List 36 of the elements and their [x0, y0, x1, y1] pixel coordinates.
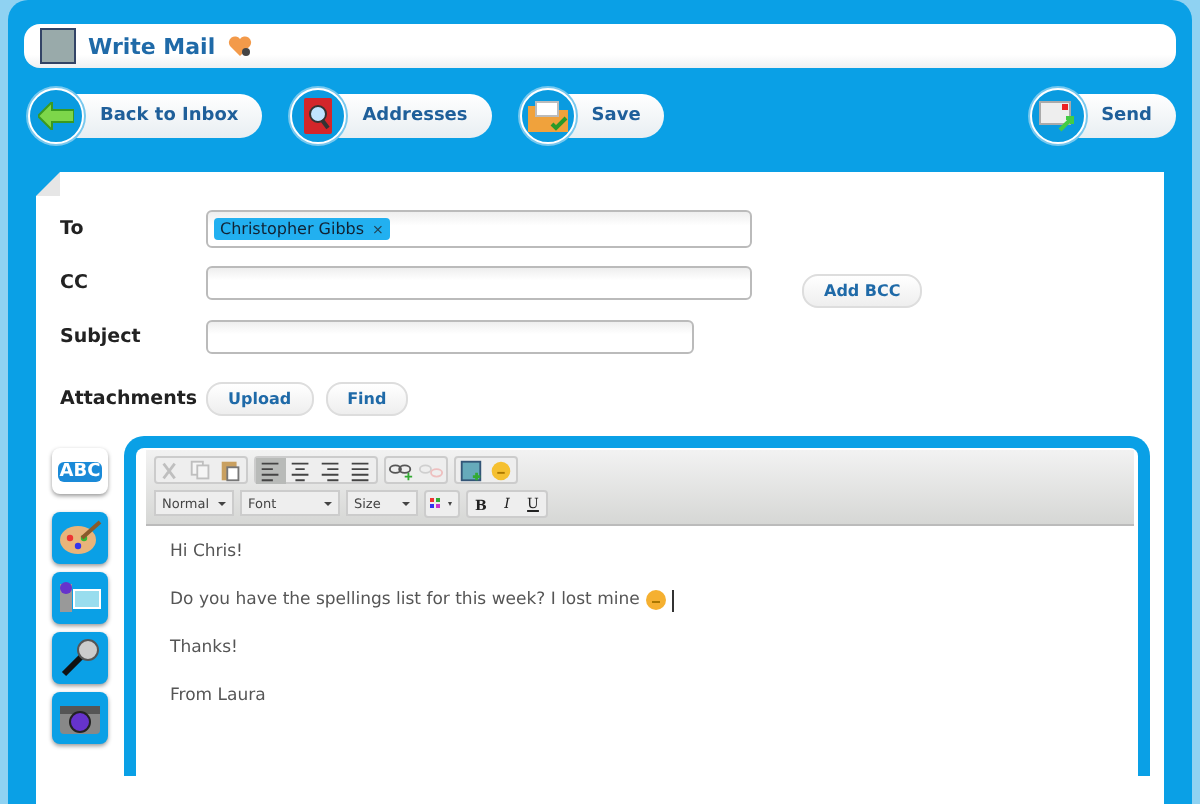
address-book-icon	[302, 98, 335, 134]
attachments-label: Attachments	[58, 388, 200, 410]
text-tool-button[interactable]: ABC	[52, 448, 108, 494]
upload-button[interactable]: Upload	[206, 382, 314, 416]
microphone-icon	[60, 638, 100, 678]
window-title: Write Mail	[88, 33, 216, 59]
body-text: From Laura	[170, 686, 266, 706]
find-button[interactable]: Find	[325, 382, 409, 416]
heart-icon	[227, 36, 252, 56]
cc-field[interactable]	[206, 266, 752, 300]
to-label: To	[58, 218, 86, 240]
video-tool-button[interactable]	[52, 572, 108, 624]
avatar-icon	[40, 28, 76, 64]
subject-label: Subject	[58, 326, 143, 348]
video-camera-icon	[58, 580, 102, 616]
folder-icon	[527, 100, 568, 132]
cc-label: CC	[58, 272, 90, 294]
palette-icon	[58, 520, 102, 556]
color-picker[interactable]	[424, 490, 460, 518]
page-corner-fold	[36, 172, 60, 196]
camera-tool-button[interactable]	[52, 692, 108, 744]
body-text: Hi Chris!	[170, 542, 243, 562]
text-cursor	[671, 590, 674, 612]
left-arrow-icon	[38, 102, 74, 130]
align-left-icon[interactable]	[256, 458, 286, 484]
body-text: Thanks!	[170, 638, 238, 658]
paint-tool-button[interactable]	[52, 512, 108, 564]
microphone-tool-button[interactable]	[52, 632, 108, 684]
camera-icon	[58, 700, 102, 736]
subject-field[interactable]	[206, 320, 694, 354]
image-icon[interactable]	[456, 458, 486, 484]
add-bcc-button[interactable]: Add BCC	[802, 274, 923, 308]
body-text: Do you have the spellings list for this week? I lost mine	[170, 590, 640, 610]
envelope-icon	[1037, 100, 1078, 132]
recipient-name: Christopher Gibbs	[220, 220, 365, 238]
smiley-icon	[645, 590, 666, 610]
